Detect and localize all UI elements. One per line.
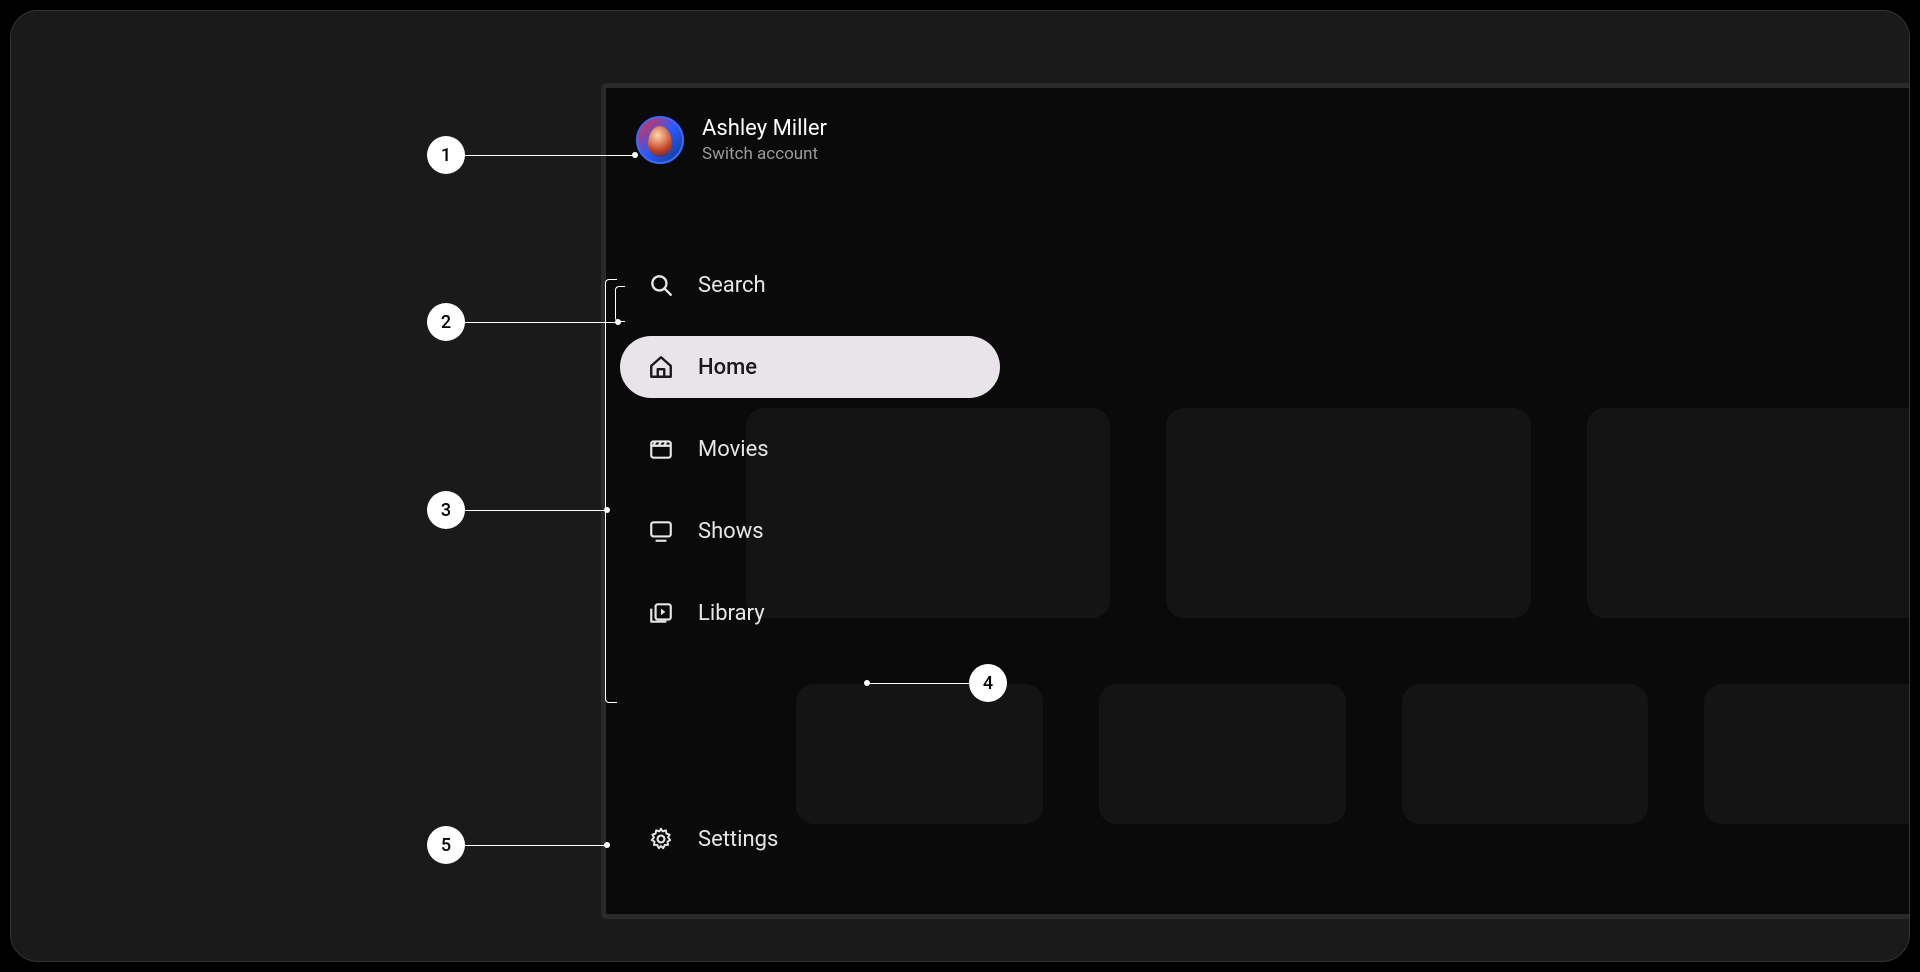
callout-number: 1 (427, 136, 465, 174)
callout-5: 5 (427, 826, 605, 864)
navigation-drawer: Ashley Miller Switch account Search (606, 88, 1026, 914)
nav-item-home[interactable]: Home (620, 336, 1000, 398)
nav-item-label: Library (698, 601, 765, 626)
callout-number: 5 (427, 826, 465, 864)
content-tile (1587, 408, 1910, 618)
nav-list: Search Home (606, 254, 1026, 644)
content-tile (1166, 408, 1530, 618)
nav-item-search[interactable]: Search (620, 254, 920, 316)
nav-item-library[interactable]: Library (620, 582, 920, 644)
movies-icon (648, 436, 674, 462)
nav-item-label: Home (698, 355, 757, 380)
nav-item-label: Search (698, 273, 766, 298)
callout-number: 4 (969, 664, 1007, 702)
nav-item-movies[interactable]: Movies (620, 418, 920, 480)
callout-number: 3 (427, 491, 465, 529)
callout-3: 3 (427, 491, 605, 529)
library-icon (648, 600, 674, 626)
content-tile (1099, 684, 1346, 824)
avatar (636, 116, 684, 164)
callout-1: 1 (427, 136, 633, 174)
nav-item-shows[interactable]: Shows (620, 500, 920, 562)
content-tile (1704, 684, 1910, 824)
nav-item-settings[interactable]: Settings (620, 808, 920, 870)
callout-4: 4 (869, 664, 1007, 702)
shows-icon (648, 518, 674, 544)
diagram-frame: Ashley Miller Switch account Search (10, 10, 1910, 962)
content-tile (1402, 684, 1649, 824)
profile-name: Ashley Miller (702, 116, 827, 142)
search-icon (648, 272, 674, 298)
callout-2: 2 (427, 303, 616, 341)
home-icon (648, 354, 674, 380)
nav-item-label: Movies (698, 437, 769, 462)
profile-switcher[interactable]: Ashley Miller Switch account (606, 116, 1026, 164)
switch-account-label: Switch account (702, 144, 827, 164)
callout-number: 2 (427, 303, 465, 341)
nav-item-label: Shows (698, 519, 764, 544)
tv-device-frame: Ashley Miller Switch account Search (601, 83, 1910, 919)
settings-icon (648, 826, 674, 852)
nav-item-label: Settings (698, 827, 778, 852)
